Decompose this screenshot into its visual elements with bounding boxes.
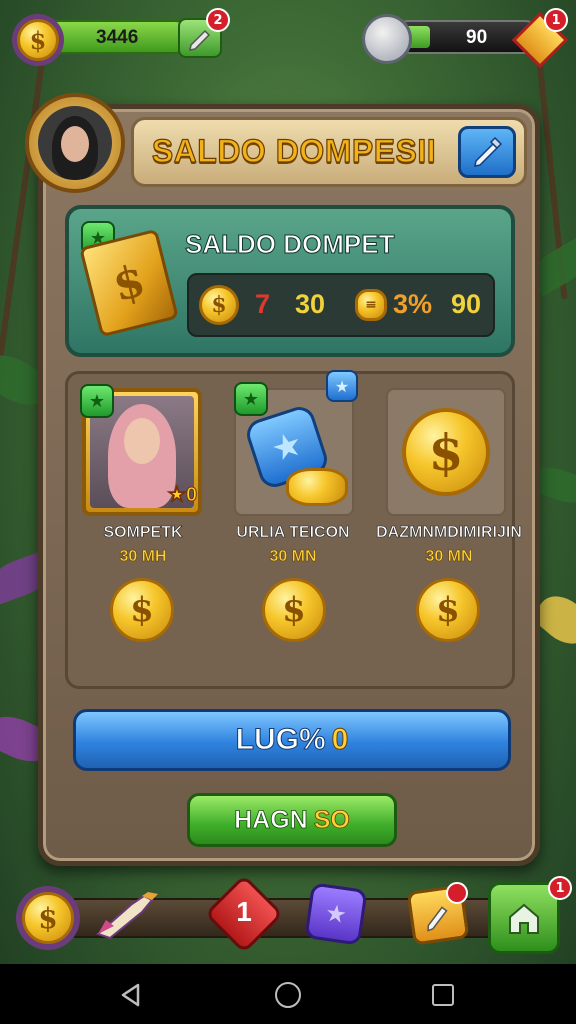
coin-notification-badge: 2 xyxy=(206,8,230,32)
coin-shop-button[interactable]: $ xyxy=(16,886,80,950)
blue-star-gem-icon: ★ xyxy=(326,370,358,402)
pencil-icon xyxy=(474,136,503,167)
item-level-value: 0 xyxy=(185,484,198,507)
back-icon[interactable] xyxy=(118,982,144,1008)
shop-items: ★ ★0 SOMPETK 30 MH $ ★ ★ ★ URLIA TEICON … xyxy=(65,370,522,689)
primary-action-button[interactable]: LUG% 0 xyxy=(73,709,511,771)
coin-stack-icon: ≡ xyxy=(355,289,387,321)
bottom-toolbar: $ 1 ★ 1 xyxy=(0,868,576,964)
wallet-stat-c: 3% xyxy=(393,289,433,319)
star-gem-icon: ★ xyxy=(80,384,114,418)
profile-avatar[interactable] xyxy=(25,93,125,193)
recents-icon[interactable] xyxy=(432,984,454,1006)
buy-coin-button[interactable]: $ xyxy=(110,578,174,642)
home-icon xyxy=(509,903,539,934)
gem-notification-badge: 1 xyxy=(544,8,568,32)
secondary-action-label: HAGN xyxy=(234,805,308,834)
wallet-stat-b: 30 xyxy=(295,289,326,319)
item-name: SOMPETK xyxy=(103,524,183,542)
item-price: 30 MH xyxy=(119,548,167,566)
hud-coin-counter[interactable]: 3446 $ 2 xyxy=(12,8,230,66)
secondary-action-value: SO xyxy=(313,805,350,834)
avatar-portrait xyxy=(38,106,112,180)
moon-icon xyxy=(362,14,412,64)
secondary-action-button[interactable]: HAGN SO xyxy=(187,793,397,847)
home-notification-badge: 1 xyxy=(548,876,572,900)
star-gem-icon: ★ xyxy=(234,382,268,416)
android-navigation-bar xyxy=(0,964,576,1024)
item-name: DAZMNMDIMIRIJIN xyxy=(376,524,522,542)
energy-counter-value: 90 xyxy=(466,27,488,48)
rocket-icon[interactable] xyxy=(92,890,162,940)
coin-pile-icon xyxy=(286,468,348,506)
buy-coin-button[interactable]: $ xyxy=(262,578,326,642)
wallet-stat-d: 90 xyxy=(451,289,482,319)
item-level-tag: ★0 xyxy=(167,484,198,507)
shop-item-sompetk[interactable]: ★ ★0 SOMPETK 30 MH $ xyxy=(68,374,218,674)
item-price: 30 MN xyxy=(269,548,317,566)
coin-icon: $ xyxy=(199,285,239,325)
edit-button[interactable] xyxy=(458,126,516,178)
buy-coin-button[interactable]: $ xyxy=(416,578,480,642)
wallet-stats: $ 7 30 ≡ 3% 90 xyxy=(187,273,495,337)
panel-header: SALDO DOMPESII xyxy=(131,117,527,187)
coin-icon: $ xyxy=(17,19,59,61)
hud-energy-counter[interactable]: 90 1 xyxy=(362,8,569,69)
edit-tool-alert-icon xyxy=(446,882,468,904)
coin-counter-bar: 3446 xyxy=(42,20,192,54)
wallet-balance-card: ★ $ SALDO DOMPET $ 7 30 ≡ 3% 90 xyxy=(65,205,515,357)
wallet-stat-a: 7 xyxy=(255,289,271,319)
big-coin-icon: $ xyxy=(402,408,490,496)
shop-item-dazmnmdimirijin[interactable]: $ DAZMNMDIMIRIJIN 30 MN $ xyxy=(368,374,522,674)
item-name: URLIA TEICON xyxy=(236,524,350,542)
coin-icon-frame: $ xyxy=(12,14,64,66)
panel-title: SALDO DOMPESII xyxy=(151,132,437,169)
notification-count: 1 xyxy=(236,896,252,927)
wallet-icon: $ xyxy=(79,228,179,338)
pencil-icon xyxy=(427,906,448,932)
primary-action-label: LUG% xyxy=(235,723,326,757)
item-image-frame: $ xyxy=(386,388,506,516)
coin-counter-value: 3446 xyxy=(96,27,139,48)
wallet-title: SALDO DOMPET xyxy=(184,229,395,260)
home-nav-icon[interactable] xyxy=(275,982,301,1008)
coin-icon: $ xyxy=(22,892,74,944)
shop-item-urlia-teicon[interactable]: ★ ★ ★ URLIA TEICON 30 MN $ xyxy=(218,370,368,674)
wallet-panel: SALDO DOMPESII ★ $ SALDO DOMPET $ 7 30 ≡… xyxy=(25,93,540,866)
primary-action-value: 0 xyxy=(331,723,349,757)
purple-gem-button[interactable]: ★ xyxy=(304,882,368,946)
item-price: 30 MN xyxy=(425,548,473,566)
